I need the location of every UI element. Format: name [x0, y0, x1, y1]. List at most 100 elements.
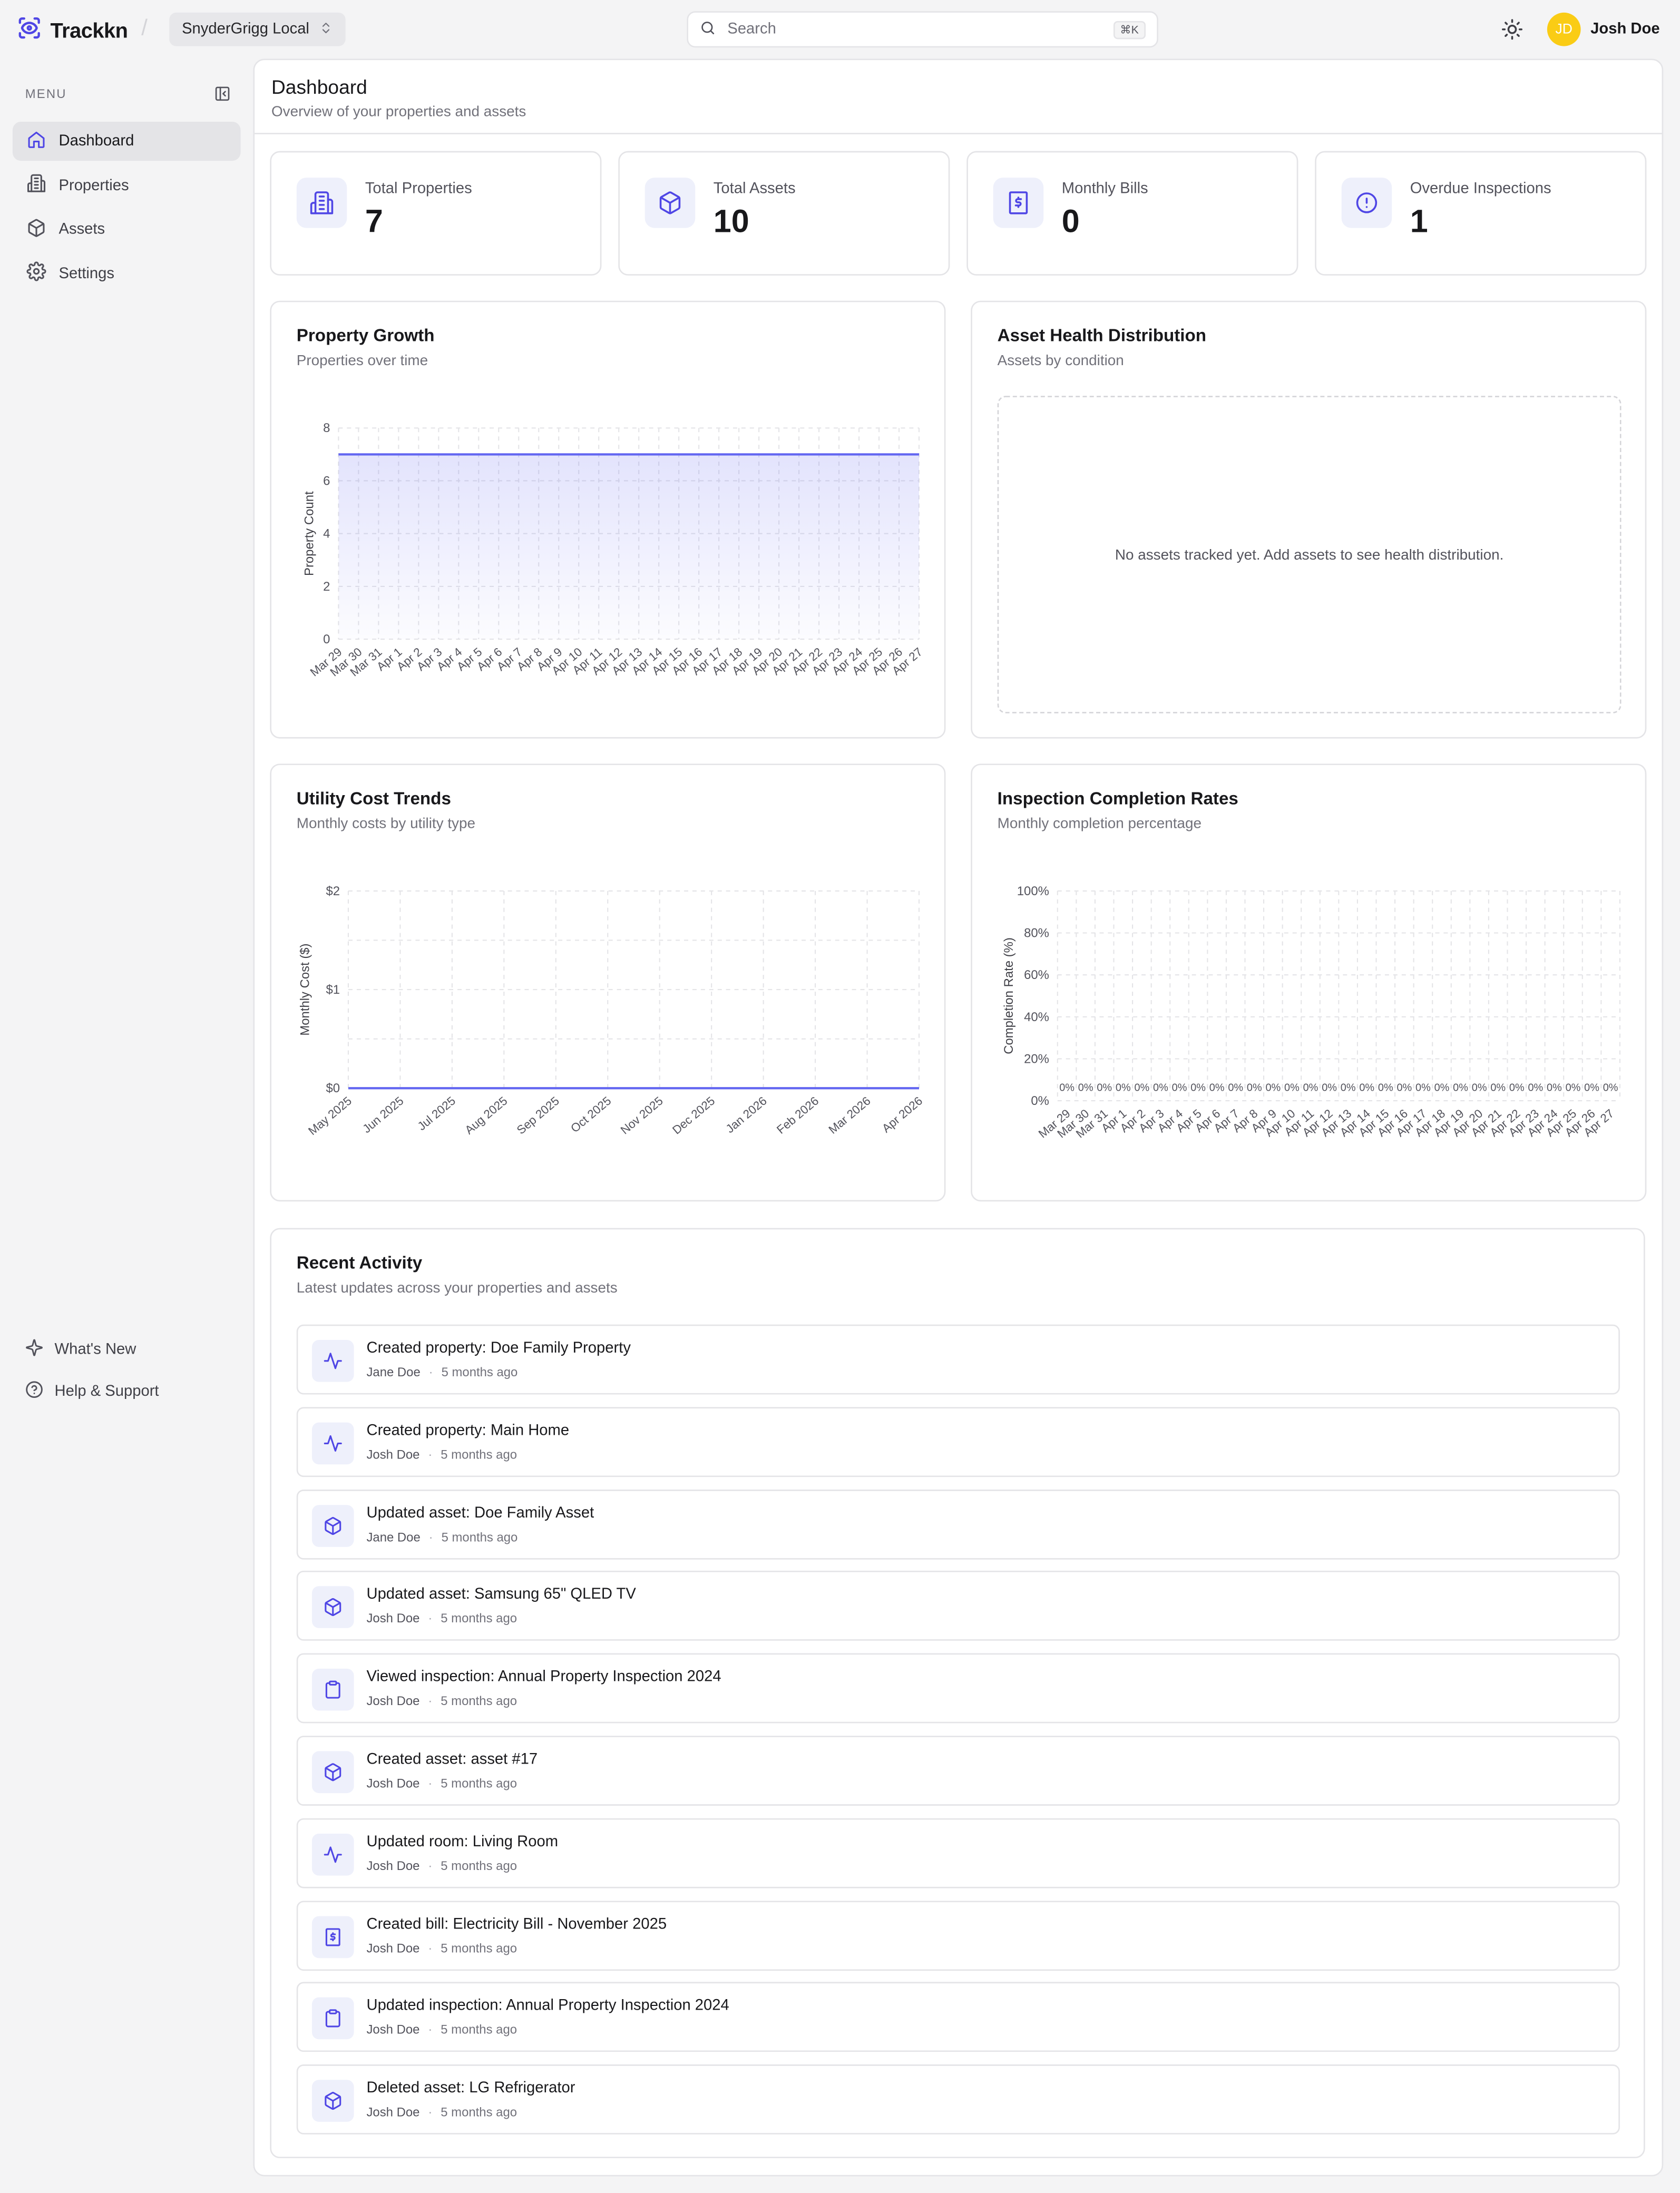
activity-row[interactable]: Created bill: Electricity Bill - Novembe…: [296, 1900, 1620, 1971]
data-label: 0%: [1116, 1082, 1131, 1094]
activity-meta: Josh Doe · 5 months ago: [366, 1694, 517, 1708]
data-label: 0%: [1453, 1082, 1468, 1094]
activity-row[interactable]: Updated asset: Samsung 65" QLED TV Josh D…: [296, 1571, 1620, 1641]
separator-dot: ·: [428, 2023, 433, 2037]
y-tick-label: 100%: [1017, 884, 1049, 898]
workspace-switcher[interactable]: SnyderGrigg Local: [169, 12, 346, 46]
box-icon: [311, 1504, 354, 1546]
data-label: 0%: [1209, 1082, 1225, 1094]
asset-health-card: Asset Health Distribution Assets by cond…: [971, 300, 1647, 739]
data-label: 0%: [1190, 1082, 1206, 1094]
sidebar-item-label: Settings: [58, 265, 115, 282]
card-subtitle: Latest updates across your properties an…: [296, 1279, 618, 1297]
activity-row[interactable]: Deleted asset: LG Refrigerator Josh Doe · 5…: [296, 2064, 1620, 2135]
data-label: 0%: [1322, 1082, 1337, 1094]
sidebar-item-assets[interactable]: Assets: [13, 210, 241, 249]
y-axis-title: Monthly Cost ($): [298, 943, 312, 1035]
activity-meta: Jane Doe · 5 months ago: [366, 1530, 517, 1544]
activity-text: Updated inspection: Annual Property Insp…: [366, 1998, 729, 2015]
empty-state: No assets tracked yet. Add assets to see…: [997, 396, 1622, 713]
stat-card-assets[interactable]: Total Assets 10: [618, 151, 950, 276]
x-tick-label: Oct 2025: [568, 1094, 613, 1135]
activity-row[interactable]: Updated inspection: Annual Property Insp…: [296, 1982, 1620, 2053]
activity-time: 5 months ago: [441, 1694, 517, 1708]
main-content: Dashboard Overview of your properties an…: [253, 58, 1664, 2177]
data-label: 0%: [1059, 1082, 1075, 1094]
activity-meta: Josh Doe · 5 months ago: [366, 1941, 517, 1955]
top-bar: Trackkn / SnyderGrigg Local Search ⌘K JD…: [0, 0, 1680, 58]
stat-value: 7: [365, 202, 383, 239]
stat-value: 10: [713, 202, 749, 239]
activity-row[interactable]: Viewed inspection: Annual Property Inspe…: [296, 1653, 1620, 1724]
box-icon: [311, 1587, 354, 1629]
home-icon: [26, 130, 46, 153]
sidebar-footer: What's New Help & Support: [25, 1329, 159, 1413]
stat-card-inspections[interactable]: Overdue Inspections 1: [1315, 151, 1647, 276]
property-growth-chart: 02468Mar 29Mar 30Mar 31Apr 1Apr 2Apr 3Ap…: [302, 421, 925, 679]
x-tick-label: Dec 2025: [670, 1094, 717, 1137]
activity-meta: Josh Doe · 5 months ago: [366, 2023, 517, 2037]
x-tick-label: Sep 2025: [514, 1094, 562, 1137]
area-fill: [338, 454, 920, 640]
activity-icon: [311, 1833, 354, 1876]
y-tick-label: 20%: [1024, 1052, 1049, 1066]
sidebar-item-properties[interactable]: Properties: [13, 166, 241, 205]
activity-text: Deleted asset: LG Refrigerator: [366, 2080, 575, 2097]
app-logo[interactable]: Trackkn: [17, 15, 128, 47]
whats-new-label: What's New: [54, 1341, 136, 1358]
activity-text: Viewed inspection: Annual Property Inspe…: [366, 1669, 721, 1686]
search-shortcut: ⌘K: [1113, 20, 1146, 38]
activity-user: Josh Doe: [366, 1447, 420, 1462]
card-title: Recent Activity: [296, 1253, 423, 1273]
y-tick-label: 4: [323, 527, 330, 541]
whats-new-link[interactable]: What's New: [25, 1329, 159, 1371]
x-tick-label: Jul 2025: [415, 1094, 458, 1133]
help-support-link[interactable]: Help & Support: [25, 1370, 159, 1413]
x-tick-label: Jan 2026: [724, 1094, 769, 1135]
stat-card-bills[interactable]: Monthly Bills 0: [966, 151, 1298, 276]
activity-meta: Jane Doe · 5 months ago: [366, 1365, 517, 1379]
activity-row[interactable]: Created property: Main Home Josh Doe · 5 mo…: [296, 1406, 1620, 1477]
data-label: 0%: [1528, 1082, 1543, 1094]
workspace-name: SnyderGrigg Local: [182, 21, 309, 38]
theme-toggle-sun-icon[interactable]: [1501, 18, 1523, 48]
chevrons-up-down-icon: [319, 20, 334, 38]
activity-user: Josh Doe: [366, 1941, 420, 1955]
data-label: 0%: [1415, 1082, 1431, 1094]
x-tick-label: Mar 2026: [826, 1094, 873, 1136]
y-tick-label: 60%: [1024, 968, 1049, 982]
activity-time: 5 months ago: [441, 1447, 517, 1462]
activity-row[interactable]: Created property: Doe Family Property Jan…: [296, 1324, 1620, 1395]
activity-row[interactable]: Created asset: asset #17 Josh Doe · 5 month…: [296, 1736, 1620, 1806]
y-axis-title: Completion Rate (%): [1002, 937, 1016, 1054]
separator-dot: ·: [428, 1529, 433, 1544]
search-icon: [699, 19, 716, 40]
activity-text: Created asset: asset #17: [366, 1751, 538, 1768]
y-tick-label: $1: [326, 983, 340, 997]
data-label: 0%: [1396, 1082, 1412, 1094]
user-menu[interactable]: JD Josh Doe: [1547, 12, 1660, 46]
sidebar-item-dashboard[interactable]: Dashboard: [12, 121, 241, 161]
sidebar-collapse-icon[interactable]: [214, 84, 231, 109]
receipt-icon: [993, 178, 1044, 228]
data-label: 0%: [1265, 1082, 1281, 1094]
activity-text: Updated room: Living Room: [366, 1833, 559, 1851]
stat-card-properties[interactable]: Total Properties 7: [270, 151, 602, 276]
data-label: 0%: [1172, 1082, 1187, 1094]
activity-row[interactable]: Updated asset: Doe Family Asset Jane Doe ·…: [296, 1489, 1620, 1559]
search-input[interactable]: Search ⌘K: [687, 11, 1158, 48]
sidebar-item-settings[interactable]: Settings: [13, 254, 241, 293]
data-label: 0%: [1228, 1082, 1243, 1094]
gear-icon: [26, 262, 46, 286]
activity-text: Created property: Main Home: [366, 1422, 570, 1439]
building-icon: [296, 178, 347, 228]
activity-time: 5 months ago: [441, 1858, 517, 1873]
activity-row[interactable]: Updated room: Living Room Josh Doe · 5 mont…: [296, 1818, 1620, 1888]
receipt-icon: [311, 1915, 354, 1958]
data-label: 0%: [1341, 1082, 1356, 1094]
separator-dot: ·: [428, 2105, 433, 2120]
menu-label: MENU: [25, 86, 67, 101]
card-title: Asset Health Distribution: [997, 326, 1207, 346]
activity-icon: [311, 1340, 354, 1382]
x-tick-label: Nov 2025: [618, 1094, 666, 1137]
